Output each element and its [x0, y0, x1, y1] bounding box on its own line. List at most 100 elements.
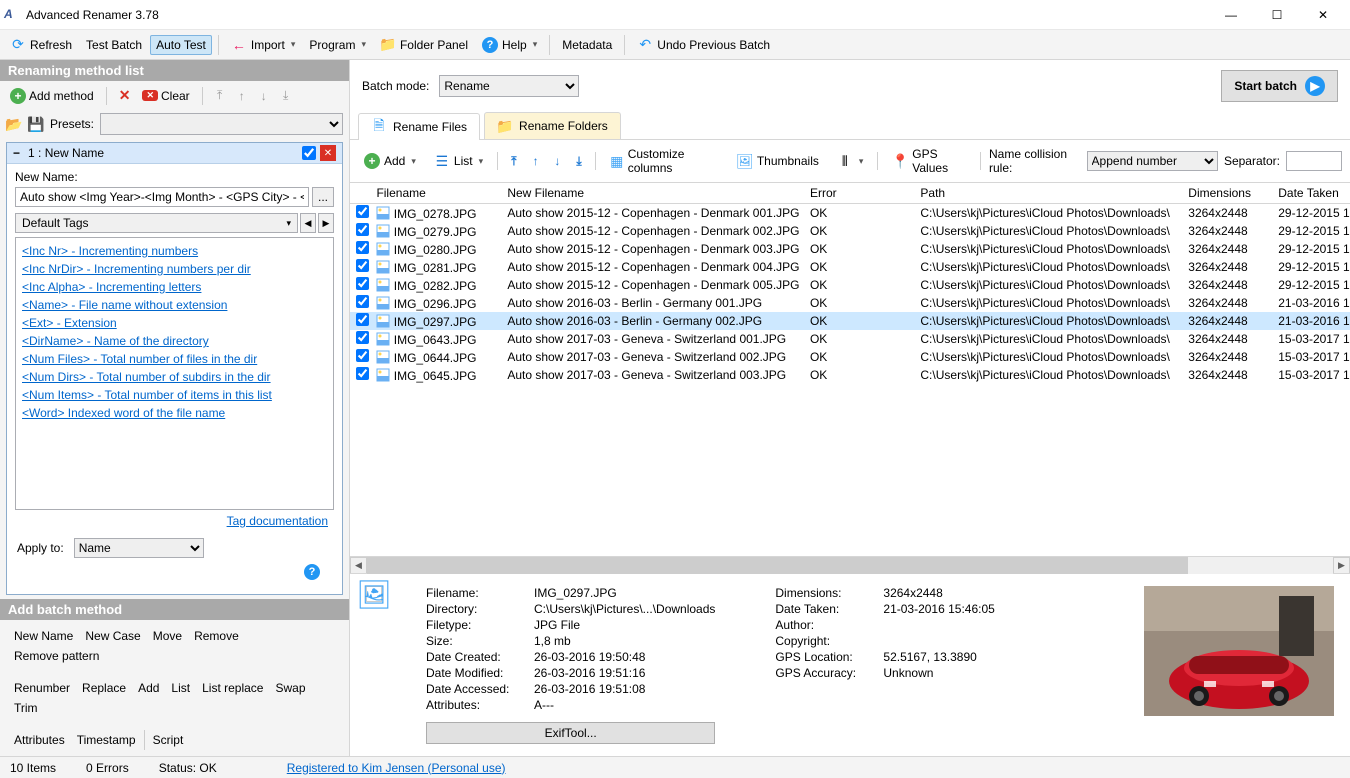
batch-method-renumber[interactable]: Renumber [8, 678, 76, 698]
row-checkbox[interactable] [356, 241, 369, 254]
row-checkbox[interactable] [356, 223, 369, 236]
refresh-button[interactable]: ⟳Refresh [4, 34, 78, 56]
tags-next-button[interactable]: ▶ [318, 213, 334, 233]
file-add-button[interactable]: +Add [358, 150, 422, 172]
batch-mode-select[interactable]: Rename [439, 75, 579, 97]
import-button[interactable]: ←Import [225, 34, 302, 56]
row-checkbox[interactable] [356, 349, 369, 362]
customize-columns-button[interactable]: ▦Customize columns [604, 144, 725, 178]
move-top-button[interactable]: ⤒ [211, 87, 229, 105]
batch-method-list[interactable]: List [165, 678, 196, 698]
batch-method-attributes[interactable]: Attributes [8, 730, 71, 750]
table-row[interactable]: IMG_0297.JPGAuto show 2016-03 - Berlin -… [350, 312, 1350, 330]
clear-methods-button[interactable]: ✕Clear [138, 87, 193, 105]
save-preset-icon[interactable]: 💾 [28, 116, 44, 132]
batch-method-script[interactable]: Script [147, 730, 190, 750]
horizontal-scrollbar[interactable]: ◀ ▶ [350, 556, 1350, 573]
folder-panel-button[interactable]: 📁Folder Panel [374, 34, 474, 56]
scroll-left-button[interactable]: ◀ [350, 557, 367, 574]
help-button[interactable]: ?Help [476, 34, 543, 56]
tags-prev-button[interactable]: ◀ [300, 213, 316, 233]
column-header[interactable]: Date Taken [1272, 183, 1350, 204]
minimize-button[interactable]: — [1208, 1, 1254, 29]
pattern-input[interactable] [15, 187, 309, 207]
table-row[interactable]: IMG_0280.JPGAuto show 2015-12 - Copenhag… [350, 240, 1350, 258]
program-button[interactable]: Program [303, 35, 372, 55]
batch-method-trim[interactable]: Trim [8, 698, 44, 718]
tag-link[interactable]: <DirName> - Name of the directory [22, 332, 327, 350]
file-move-bottom-button[interactable]: ⤓ [571, 152, 587, 170]
tag-link[interactable]: <Inc NrDir> - Incrementing numbers per d… [22, 260, 327, 278]
tag-documentation-link[interactable]: Tag documentation [227, 512, 328, 530]
batch-method-remove[interactable]: Remove [188, 626, 245, 646]
row-checkbox[interactable] [356, 295, 369, 308]
delete-method-button[interactable]: ✕ [115, 85, 135, 106]
tag-link[interactable]: <Ext> - Extension [22, 314, 327, 332]
columns-more-button[interactable]: ⫴ [831, 150, 870, 172]
column-header[interactable]: Path [914, 183, 1182, 204]
table-row[interactable]: IMG_0279.JPGAuto show 2015-12 - Copenhag… [350, 222, 1350, 240]
batch-method-remove-pattern[interactable]: Remove pattern [8, 646, 105, 666]
batch-method-replace[interactable]: Replace [76, 678, 132, 698]
batch-method-list-replace[interactable]: List replace [196, 678, 269, 698]
tag-link[interactable]: <Word> Indexed word of the file name [22, 404, 327, 422]
apply-to-select[interactable]: Name [74, 538, 204, 558]
undo-previous-batch-button[interactable]: ↶Undo Previous Batch [631, 34, 776, 56]
batch-method-add[interactable]: Add [132, 678, 165, 698]
move-bottom-button[interactable]: ⤓ [277, 87, 295, 105]
open-preset-icon[interactable]: 📂 [6, 116, 22, 132]
table-row[interactable]: IMG_0281.JPGAuto show 2015-12 - Copenhag… [350, 258, 1350, 276]
file-move-down-button[interactable]: ↓ [549, 152, 565, 170]
test-batch-button[interactable]: Test Batch [80, 35, 148, 55]
method-enabled-checkbox[interactable] [302, 146, 316, 160]
table-row[interactable]: IMG_0282.JPGAuto show 2015-12 - Copenhag… [350, 276, 1350, 294]
column-header[interactable]: New Filename [501, 183, 804, 204]
batch-method-timestamp[interactable]: Timestamp [71, 730, 142, 750]
row-checkbox[interactable] [356, 277, 369, 290]
tag-link[interactable]: <Inc Alpha> - Incrementing letters [22, 278, 327, 296]
batch-method-swap[interactable]: Swap [269, 678, 311, 698]
presets-select[interactable] [100, 113, 343, 135]
file-list-button[interactable]: ☰List [428, 150, 489, 172]
column-header[interactable]: Dimensions [1182, 183, 1272, 204]
method-header[interactable]: 1 : New Name ✕ [7, 143, 342, 164]
metadata-button[interactable]: Metadata [556, 35, 618, 55]
tag-link[interactable]: <Num Dirs> - Total number of subdirs in … [22, 368, 327, 386]
tag-link[interactable]: <Name> - File name without extension [22, 296, 327, 314]
row-checkbox[interactable] [356, 259, 369, 272]
scroll-right-button[interactable]: ▶ [1333, 557, 1350, 574]
collapse-icon[interactable] [13, 146, 24, 160]
column-header[interactable]: Error [804, 183, 914, 204]
tags-category-select[interactable]: Default Tags▾ [15, 213, 298, 233]
tab-rename-folders[interactable]: 📁Rename Folders [484, 112, 621, 139]
registered-link[interactable]: Registered to Kim Jensen (Personal use) [287, 761, 506, 775]
close-button[interactable]: ✕ [1300, 1, 1346, 29]
gps-values-button[interactable]: 📍GPS Values [886, 144, 972, 178]
column-header[interactable]: Filename [370, 183, 501, 204]
move-down-button[interactable]: ↓ [255, 87, 273, 105]
pattern-browse-button[interactable]: ... [312, 187, 334, 207]
tab-rename-files[interactable]: 🗎Rename Files [358, 113, 480, 140]
table-row[interactable]: IMG_0296.JPGAuto show 2016-03 - Berlin -… [350, 294, 1350, 312]
table-row[interactable]: IMG_0643.JPGAuto show 2017-03 - Geneva -… [350, 330, 1350, 348]
row-checkbox[interactable] [356, 313, 369, 326]
table-row[interactable]: IMG_0645.JPGAuto show 2017-03 - Geneva -… [350, 366, 1350, 384]
batch-method-new-case[interactable]: New Case [79, 626, 146, 646]
tag-link[interactable]: <Num Files> - Total number of files in t… [22, 350, 327, 368]
row-checkbox[interactable] [356, 331, 369, 344]
file-move-top-button[interactable]: ⤒ [506, 152, 522, 170]
method-help-icon[interactable]: ? [304, 564, 320, 580]
batch-method-new-name[interactable]: New Name [8, 626, 79, 646]
collision-rule-select[interactable]: Append number [1087, 151, 1218, 171]
maximize-button[interactable]: ☐ [1254, 1, 1300, 29]
move-up-button[interactable]: ↑ [233, 87, 251, 105]
table-row[interactable]: IMG_0278.JPGAuto show 2015-12 - Copenhag… [350, 204, 1350, 223]
exiftool-button[interactable]: ExifTool... [426, 722, 715, 744]
row-checkbox[interactable] [356, 205, 369, 218]
method-close-button[interactable]: ✕ [320, 145, 336, 161]
tag-link[interactable]: <Inc Nr> - Incrementing numbers [22, 242, 327, 260]
batch-method-move[interactable]: Move [147, 626, 188, 646]
row-checkbox[interactable] [356, 367, 369, 380]
file-move-up-button[interactable]: ↑ [528, 152, 544, 170]
separator-input[interactable] [1286, 151, 1342, 171]
